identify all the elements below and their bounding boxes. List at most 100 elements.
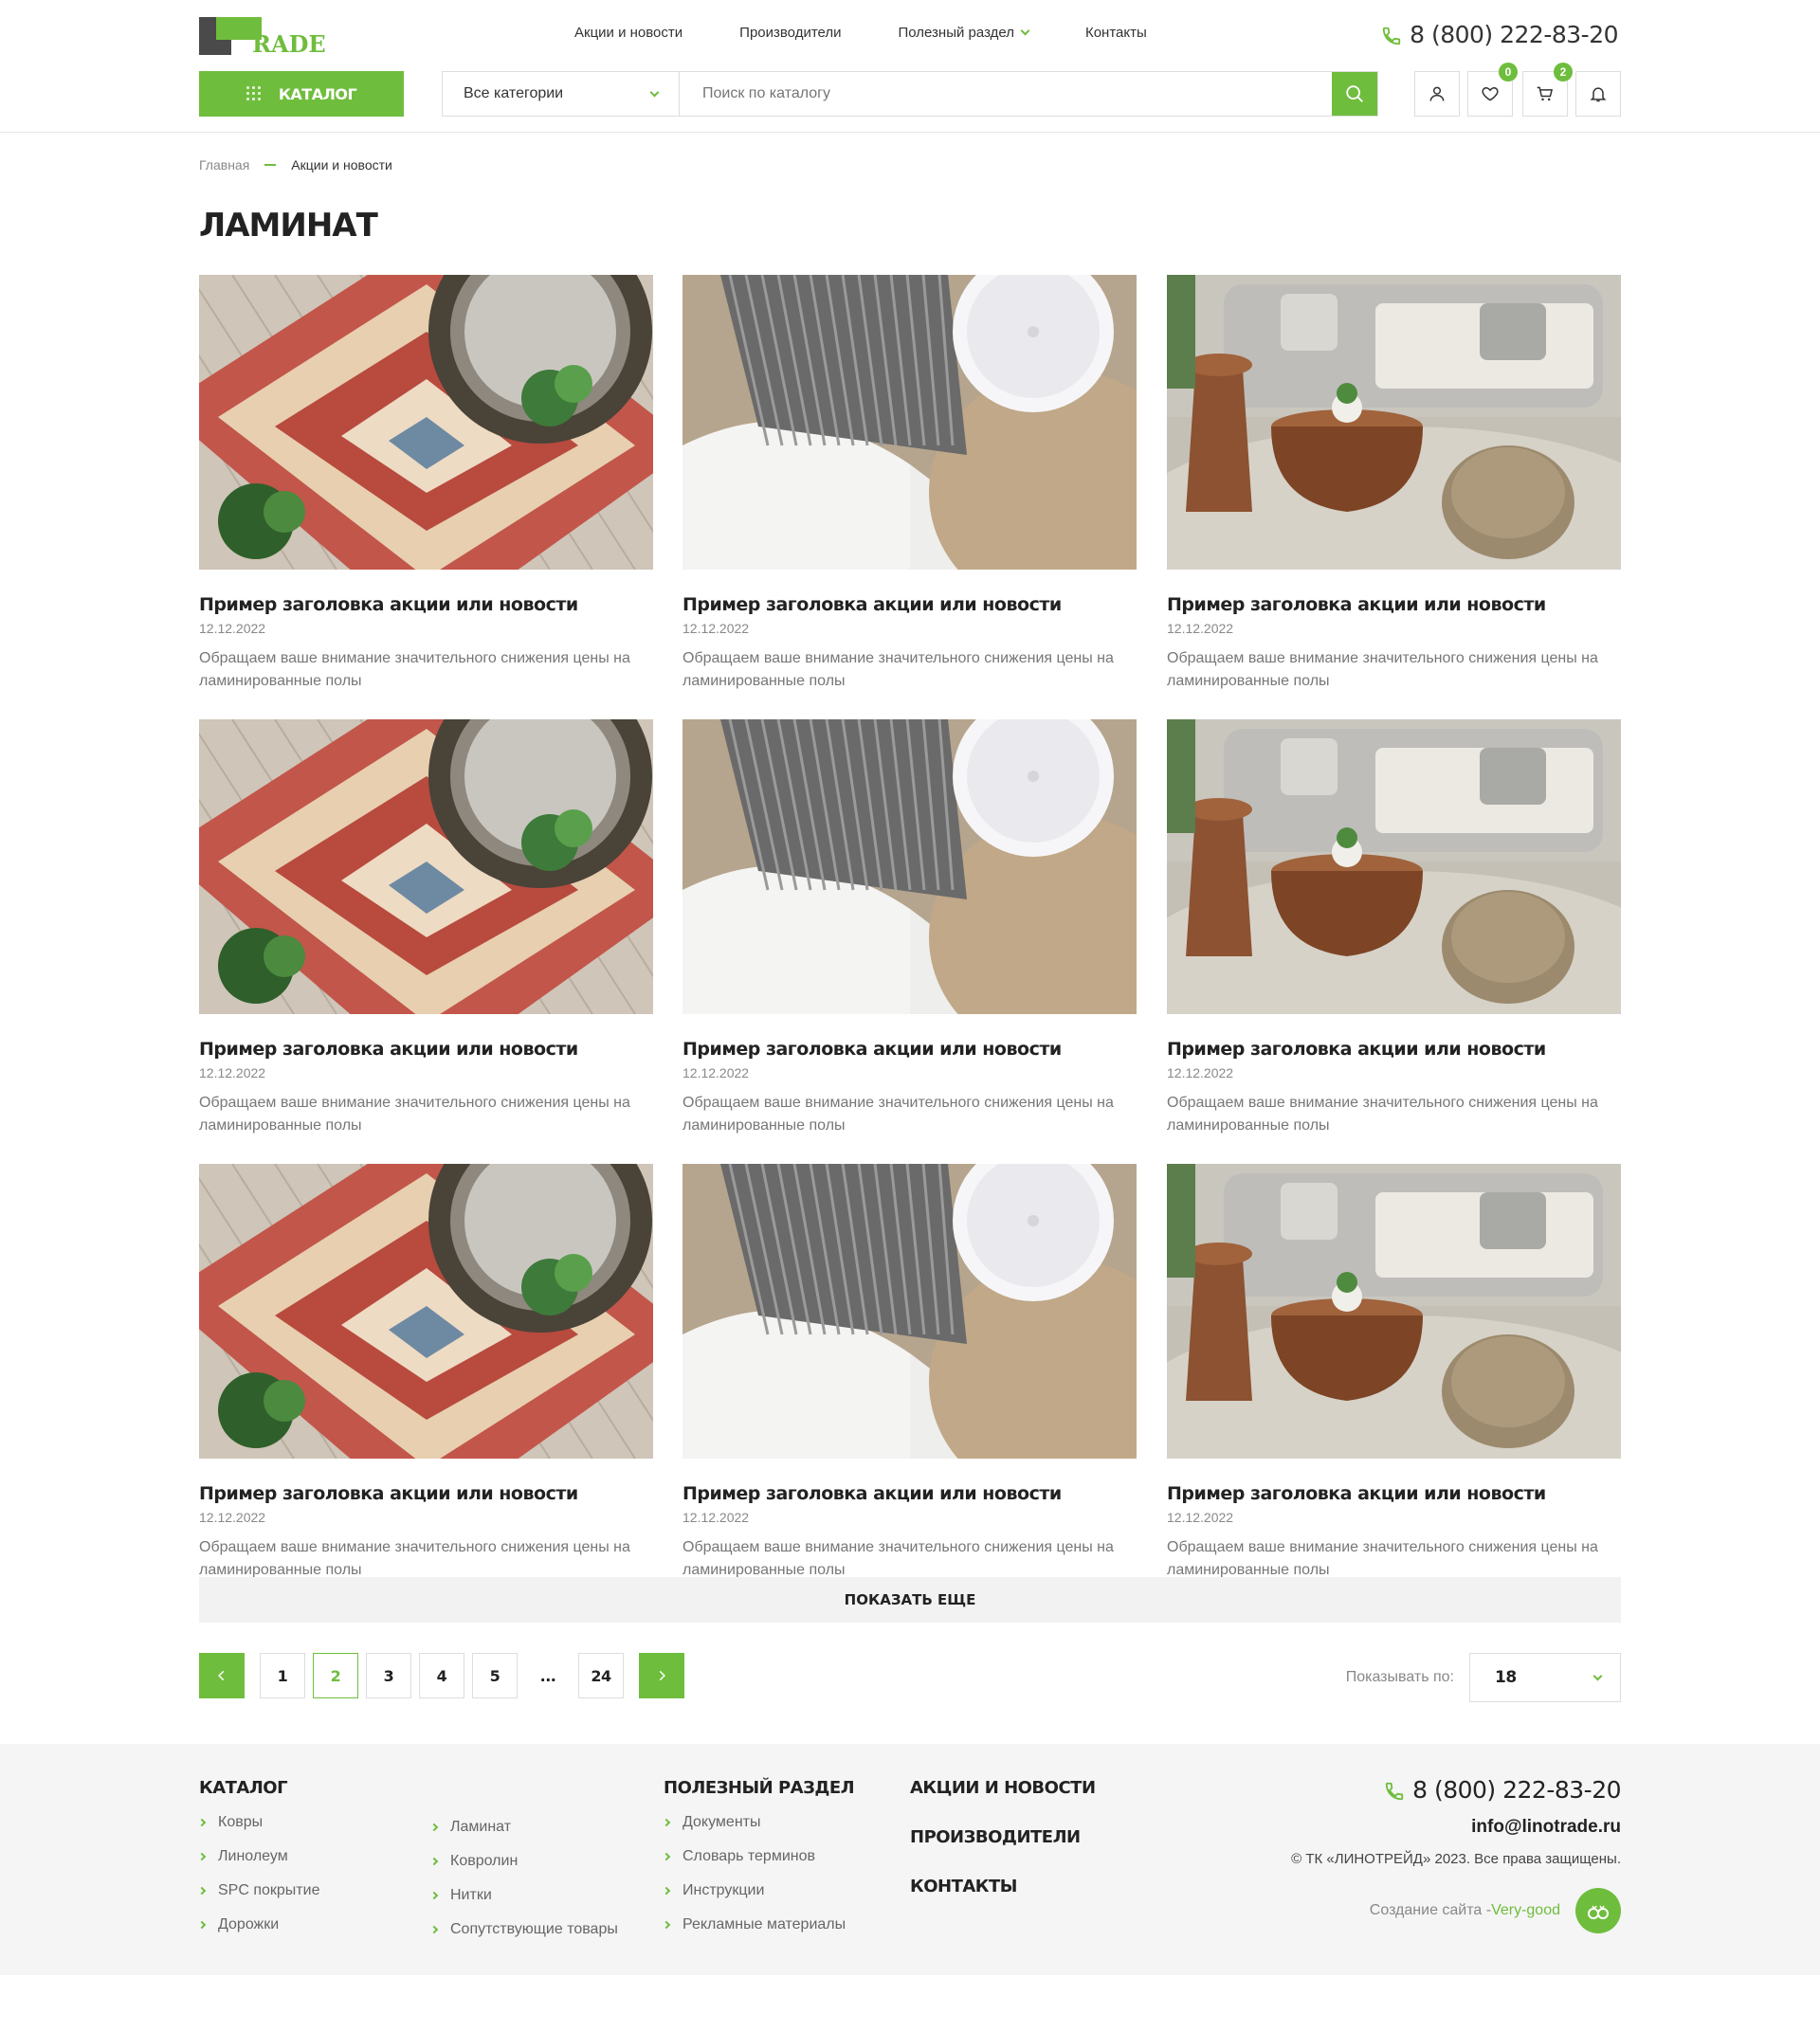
footer-link-manufacturers[interactable]: ПРОИЗВОДИТЕЛИ xyxy=(910,1827,1096,1877)
rug-image[interactable] xyxy=(199,719,653,1014)
news-card-description: Обращаем ваше внимание значительного сни… xyxy=(682,1539,1114,1578)
nav-item-manufacturers[interactable]: Производители xyxy=(739,25,841,41)
footer-link-label: Документы xyxy=(682,1814,761,1830)
footer-link[interactable]: Ковры xyxy=(197,1805,319,1840)
footer-links: АКЦИИ И НОВОСТИ ПРОИЗВОДИТЕЛИ КОНТАКТЫ xyxy=(910,1778,1096,1926)
news-card-title[interactable]: Пример заголовка акции или новости xyxy=(682,1483,1137,1504)
footer-link[interactable]: Рекламные материалы xyxy=(662,1908,854,1942)
news-card-title[interactable]: Пример заголовка акции или новости xyxy=(682,594,1137,615)
news-card[interactable]: Пример заголовка акции или новости 12.12.… xyxy=(682,1164,1137,1582)
rug-image[interactable] xyxy=(199,275,653,570)
page-4[interactable]: 4 xyxy=(419,1653,464,1698)
notifications-button[interactable] xyxy=(1575,71,1621,117)
wishlist-button[interactable]: 0 xyxy=(1467,63,1518,117)
footer-link[interactable]: Ламинат xyxy=(429,1810,618,1844)
nav-item-contacts[interactable]: Контакты xyxy=(1085,25,1147,41)
pillow-image[interactable] xyxy=(682,275,1137,570)
account-button[interactable] xyxy=(1414,71,1460,117)
footer-link[interactable]: Словарь терминов xyxy=(662,1840,854,1874)
logo-text: RADE xyxy=(252,30,326,58)
footer-link[interactable]: Инструкции xyxy=(662,1874,854,1908)
footer-phone[interactable]: 8 (800) 222-83-20 xyxy=(1291,1776,1621,1804)
sofa-image[interactable] xyxy=(1167,1164,1621,1459)
footer-link[interactable]: SPC покрытие xyxy=(197,1874,320,1908)
header-phone[interactable]: 8 (800) 222-83-20 xyxy=(1381,21,1618,48)
footer-catalog-list-2: Ламинат Ковролин Нитки Сопутствующие тов… xyxy=(429,1810,618,1947)
news-card-title[interactable]: Пример заголовка акции или новости xyxy=(199,594,653,615)
nav-item-useful[interactable]: Полезный раздел xyxy=(899,25,1030,41)
sofa-image[interactable] xyxy=(1167,719,1621,1014)
per-page-control: Показывать по: 18 xyxy=(1346,1653,1621,1702)
catalog-button[interactable]: КАТАЛОГ xyxy=(199,71,404,117)
phone-icon xyxy=(1382,27,1401,45)
news-card[interactable]: Пример заголовка акции или новости 12.12.… xyxy=(199,275,653,693)
footer-catalog-heading[interactable]: КАТАЛОГ xyxy=(199,1778,319,1798)
news-card[interactable]: Пример заголовка акции или новости 12.12.… xyxy=(199,719,653,1137)
footer-link[interactable]: Линолеум xyxy=(197,1840,319,1874)
news-card[interactable]: Пример заголовка акции или новости 12.12.… xyxy=(682,719,1137,1137)
search-input[interactable] xyxy=(680,72,1332,116)
news-card[interactable]: Пример заголовка акции или новости 12.12.… xyxy=(682,275,1137,693)
footer-link-news[interactable]: АКЦИИ И НОВОСТИ xyxy=(910,1778,1096,1827)
page-24[interactable]: 24 xyxy=(578,1653,624,1698)
footer-useful-list: Документы Словарь терминов Инструкции Ре… xyxy=(662,1805,854,1942)
show-more-button[interactable]: ПОКАЗАТЬ ЕЩЕ xyxy=(199,1577,1621,1623)
per-page-value: 18 xyxy=(1495,1668,1517,1687)
bell-icon xyxy=(1590,87,1607,102)
footer-catalog: КАТАЛОГ Ковры Линолеум SPC покрытие Доро… xyxy=(197,1778,320,1942)
page-2[interactable]: 2 xyxy=(313,1653,358,1698)
grid-icon xyxy=(246,86,262,101)
footer-link-label: Инструкции xyxy=(682,1882,765,1898)
breadcrumb-home[interactable]: Главная xyxy=(199,157,249,172)
footer-link-contacts[interactable]: КОНТАКТЫ xyxy=(910,1877,1096,1926)
chevron-left-icon xyxy=(218,1670,225,1681)
page-5[interactable]: 5 xyxy=(472,1653,518,1698)
news-card-title[interactable]: Пример заголовка акции или новости xyxy=(1167,594,1621,615)
news-card-title[interactable]: Пример заголовка акции или новости xyxy=(199,1483,653,1504)
search-button[interactable] xyxy=(1332,72,1377,116)
footer-link-label: Линолеум xyxy=(218,1848,288,1864)
footer-link[interactable]: Дорожки xyxy=(197,1908,319,1942)
rug-image[interactable] xyxy=(199,1164,653,1459)
search-bar: Все категории xyxy=(442,71,1378,117)
cart-button[interactable]: 2 xyxy=(1522,63,1573,117)
news-card-title[interactable]: Пример заголовка акции или новости xyxy=(682,1039,1137,1060)
news-card[interactable]: Пример заголовка акции или новости 12.12.… xyxy=(1167,275,1621,693)
footer-link[interactable]: Нитки xyxy=(429,1878,618,1913)
made-by-brand[interactable]: Very-good xyxy=(1491,1902,1560,1918)
next-page-button[interactable] xyxy=(639,1653,684,1698)
news-card-title[interactable]: Пример заголовка акции или новости xyxy=(1167,1039,1621,1060)
footer-link-label: SPC покрытие xyxy=(218,1882,320,1898)
pillow-image[interactable] xyxy=(682,719,1137,1014)
news-card[interactable]: Пример заголовка акции или новости 12.12.… xyxy=(1167,719,1621,1137)
news-card[interactable]: Пример заголовка акции или новости 12.12.… xyxy=(199,1164,653,1582)
news-card-title[interactable]: Пример заголовка акции или новости xyxy=(199,1039,653,1060)
news-card[interactable]: Пример заголовка акции или новости 12.12.… xyxy=(1167,1164,1621,1582)
footer-link[interactable]: Ковролин xyxy=(429,1844,618,1878)
news-card-date: 12.12.2022 xyxy=(1167,1510,1234,1525)
pagination: 1 2 3 4 5 ... 24 xyxy=(199,1653,684,1698)
page-3[interactable]: 3 xyxy=(366,1653,411,1698)
footer-link[interactable]: Документы xyxy=(662,1805,854,1840)
news-card-title[interactable]: Пример заголовка акции или новости xyxy=(1167,1483,1621,1504)
chevron-right-icon xyxy=(662,1920,671,1930)
chevron-right-icon xyxy=(429,1891,439,1900)
site-logo[interactable]: RADE xyxy=(199,17,326,58)
nav-item-news[interactable]: Акции и новости xyxy=(574,25,682,41)
breadcrumb-current: Акции и новости xyxy=(291,157,392,172)
footer-link[interactable]: Сопутствующие товары xyxy=(429,1913,618,1947)
category-select[interactable]: Все категории xyxy=(443,72,680,116)
footer-email[interactable]: info@linotrade.ru xyxy=(1291,1817,1621,1838)
sofa-image[interactable] xyxy=(1167,275,1621,570)
footer-useful-heading[interactable]: ПОЛЕЗНЫЙ РАЗДЕЛ xyxy=(664,1778,855,1798)
cart-icon xyxy=(1537,86,1554,101)
prev-page-button[interactable] xyxy=(199,1653,245,1698)
footer-link-label: Ламинат xyxy=(450,1819,512,1835)
per-page-select[interactable]: 18 xyxy=(1469,1653,1621,1702)
footer-link-label: Нитки xyxy=(450,1887,492,1903)
page-1[interactable]: 1 xyxy=(260,1653,305,1698)
very-good-logo[interactable] xyxy=(1575,1888,1621,1933)
breadcrumb-separator xyxy=(264,164,277,166)
header-phone-number: 8 (800) 222-83-20 xyxy=(1410,21,1618,48)
pillow-image[interactable] xyxy=(682,1164,1137,1459)
